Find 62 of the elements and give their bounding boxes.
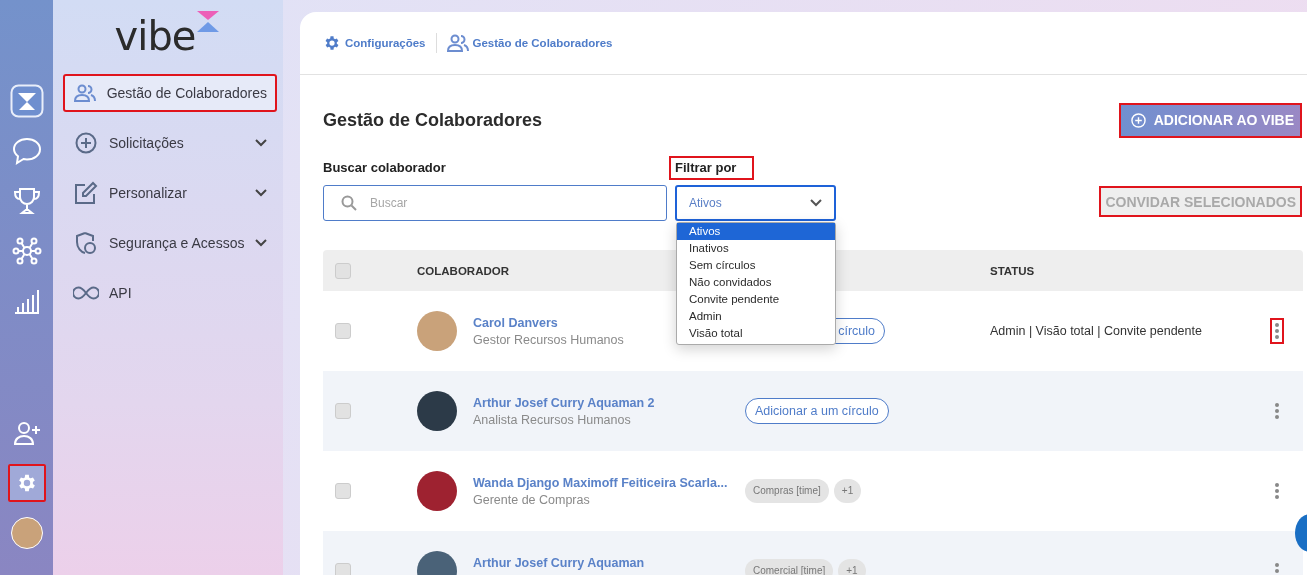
dropdown-option[interactable]: Não convidados: [677, 274, 835, 291]
row-checkbox[interactable]: [335, 323, 351, 339]
dropdown-option[interactable]: Ativos: [677, 223, 835, 240]
add-user-icon[interactable]: [12, 421, 41, 445]
row-checkbox[interactable]: [335, 403, 351, 419]
breadcrumb-link[interactable]: Configurações: [323, 34, 426, 52]
shield-icon: [75, 231, 97, 255]
more-vertical-icon: [1274, 323, 1279, 339]
status-text: Admin | Visão total | Convite pendente: [990, 324, 1203, 338]
column-header: COLABORADOR: [417, 264, 509, 277]
employee-name[interactable]: Wanda Django Maximoff Feiticeira Scarla...: [473, 476, 728, 490]
avatar-photo: [417, 391, 457, 431]
plus-circle-icon: [75, 132, 97, 154]
chevron-down-icon: [255, 139, 267, 147]
employee-role: Gestor Recursos Humanos: [473, 333, 624, 347]
dropdown-option[interactable]: Sem círculos: [677, 257, 835, 274]
employee-name[interactable]: Carol Danvers: [473, 316, 624, 330]
row-checkbox[interactable]: [335, 563, 351, 575]
sidebar-item[interactable]: Personalizar: [63, 174, 277, 212]
gear-icon: [323, 34, 341, 52]
more-options-button[interactable]: [1269, 318, 1284, 344]
settings-button[interactable]: [7, 464, 46, 502]
more-vertical-icon: [1274, 403, 1279, 419]
circle-tag: +1: [833, 479, 862, 503]
vibe-logo: vibe: [114, 16, 196, 56]
dropdown-option[interactable]: Visão total: [677, 325, 835, 342]
employee-name[interactable]: Arthur Josef Curry Aquaman 2: [473, 396, 655, 410]
sidebar-item[interactable]: Solicitações: [63, 124, 277, 162]
people-icon: [446, 34, 469, 52]
avatar-photo: [417, 471, 457, 511]
row-checkbox[interactable]: [335, 483, 351, 499]
avatar-photo: [417, 311, 457, 351]
more-vertical-icon: [1274, 483, 1279, 499]
dropdown-option[interactable]: Admin: [677, 308, 835, 325]
chevron-down-icon: [255, 189, 267, 197]
dropdown-option[interactable]: Convite pendente: [677, 291, 835, 308]
employee-role: Analista Recursos Humanos: [473, 413, 632, 427]
add-to-circle-button[interactable]: Adicionar a um círculo: [745, 398, 889, 424]
page-title: Gestão de Colaboradores: [323, 109, 543, 131]
circle-tag: Compras [time]: [745, 479, 829, 503]
plus-circle-icon: [1130, 112, 1146, 128]
chevron-down-icon: [255, 239, 267, 247]
sidebar-item[interactable]: Gestão de Colaboradores: [63, 74, 277, 112]
search-icon: [341, 195, 357, 211]
breadcrumb-link[interactable]: Gestão de Colaboradores: [446, 34, 613, 52]
select-all-checkbox[interactable]: [335, 262, 351, 279]
infinity-icon: [73, 286, 99, 300]
more-vertical-icon: [1274, 563, 1279, 575]
search-field[interactable]: Buscar: [323, 185, 667, 221]
filter-dropdown[interactable]: Ativos: [675, 185, 836, 221]
search-label: Buscar colaborador: [323, 159, 447, 177]
column-header: STATUS: [990, 264, 1035, 277]
employee-name[interactable]: Arthur Josef Curry Aquaman: [473, 556, 645, 570]
employee-role: Gerente de Compras: [473, 493, 591, 507]
chevron-down-icon: [810, 199, 822, 207]
circle-tag: +1: [838, 559, 866, 575]
sidebar-item[interactable]: Segurança e Acessos: [63, 224, 277, 262]
sidebar-item[interactable]: API: [63, 274, 277, 312]
edit-icon: [74, 181, 98, 205]
people-icon: [73, 84, 96, 102]
dropdown-option[interactable]: Inativos: [677, 240, 835, 257]
filter-label: Filtrar por: [669, 156, 755, 180]
